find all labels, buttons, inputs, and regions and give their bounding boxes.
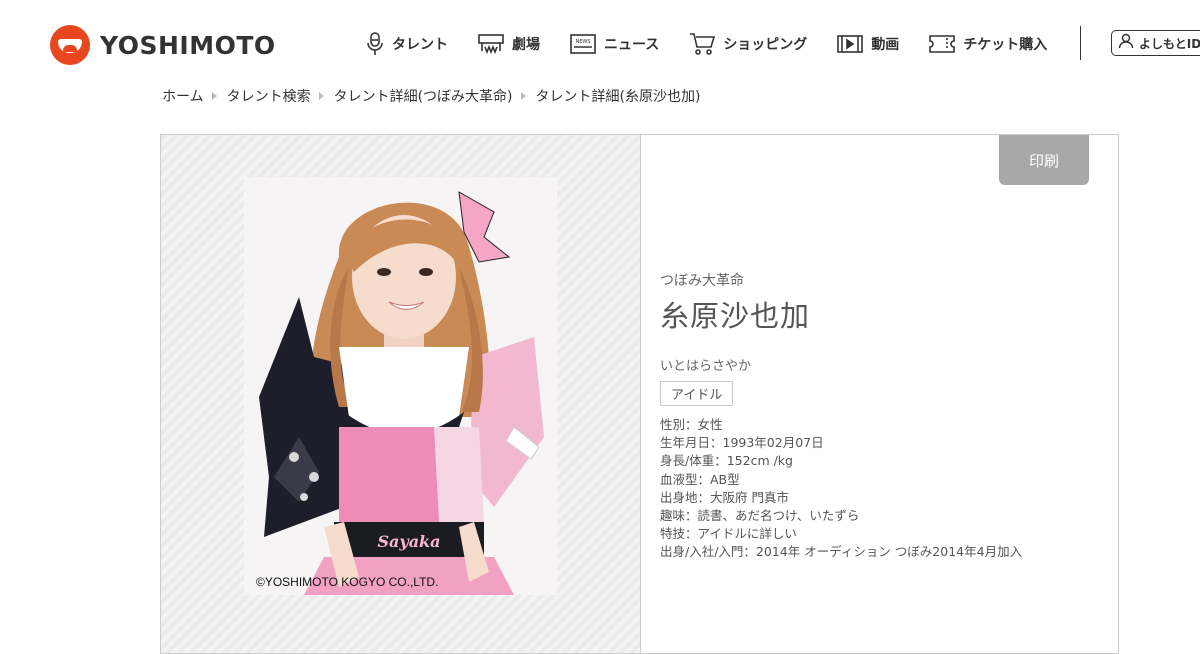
breadcrumb-group-detail[interactable]: タレント詳細(つぼみ大革命) <box>334 86 513 106</box>
theater-icon <box>478 33 504 55</box>
nav-label: 劇場 <box>512 37 540 53</box>
video-icon <box>837 34 864 54</box>
nav-item-theater[interactable]: 劇場 <box>478 33 540 55</box>
main-nav: タレント 劇場 NEWS ニュース ショッピング 動画 チケット購入 <box>366 30 1077 58</box>
nav-label: ショッピング <box>723 37 808 53</box>
yoshimoto-id-button[interactable]: よしもとID <box>1111 30 1200 56</box>
breadcrumb-separator-icon <box>520 92 526 100</box>
nav-item-tickets[interactable]: チケット購入 <box>929 34 1047 54</box>
nav-item-shopping[interactable]: ショッピング <box>689 32 807 56</box>
detail-skills: 特技：アイドルに詳しい <box>660 526 797 542</box>
talent-name: 糸原沙也加 <box>660 299 811 333</box>
ticket-icon <box>929 34 956 54</box>
breadcrumb-current: タレント詳細(糸原沙也加) <box>535 89 701 105</box>
detail-birthdate: 生年月日：1993年02月07日 <box>660 435 824 451</box>
svg-text:Sayaka: Sayaka <box>377 532 440 551</box>
microphone-icon <box>366 32 384 56</box>
detail-hometown: 出身地：大阪府 門真市 <box>660 489 789 505</box>
breadcrumb-separator-icon <box>318 92 324 100</box>
genre-tag: アイドル <box>660 381 734 406</box>
yoshimoto-logo[interactable]: YOSHIMOTO <box>50 25 276 65</box>
nav-item-talent[interactable]: タレント <box>366 32 448 56</box>
user-icon <box>1118 33 1134 53</box>
talent-photo: Sayaka ©YOSHIMOTO KOGYO CO.,LTD. <box>244 177 557 595</box>
talent-group-link[interactable]: つぼみ大革命 <box>660 270 744 290</box>
nav-label: タレント <box>392 37 448 53</box>
nav-divider <box>1080 26 1081 60</box>
detail-blood-type: 血液型：AB型 <box>660 471 740 487</box>
breadcrumb-separator-icon <box>211 92 217 100</box>
yoshimoto-id-label: よしもとID <box>1139 36 1200 51</box>
talent-profile-card: Sayaka ©YOSHIMOTO KOGYO CO.,LTD. 印刷 つぼみ大… <box>160 134 1119 654</box>
nav-label: チケット購入 <box>963 37 1048 53</box>
nav-label: ニュース <box>604 37 660 53</box>
photo-pane: Sayaka ©YOSHIMOTO KOGYO CO.,LTD. <box>161 135 641 653</box>
talent-info: 印刷 つぼみ大革命 糸原沙也加 いとはらさやか アイドル 性別：女性 生年月日：… <box>660 135 1100 653</box>
detail-height-weight: 身長/体重：152cm /kg <box>660 453 793 469</box>
detail-origin: 出身/入社/入門：2014年 オーディション つぼみ2014年4月加入 <box>660 544 1023 560</box>
brand-name: YOSHIMOTO <box>100 30 276 60</box>
svg-text:NEWS: NEWS <box>575 39 590 45</box>
breadcrumb-talent-search[interactable]: タレント検索 <box>227 86 311 106</box>
smile-logo-icon <box>50 25 90 65</box>
talent-name-reading: いとはらさやか <box>660 359 752 374</box>
breadcrumb: ホーム タレント検索 タレント詳細(つぼみ大革命) タレント詳細(糸原沙也加) <box>162 86 700 106</box>
detail-gender: 性別：女性 <box>660 417 723 432</box>
site-header: YOSHIMOTO タレント 劇場 NEWS ニュース ショッピング 動画 チケ… <box>0 0 1200 88</box>
breadcrumb-home[interactable]: ホーム <box>162 86 204 106</box>
nav-label: 動画 <box>871 37 900 53</box>
news-icon: NEWS <box>570 34 596 54</box>
detail-hobbies: 趣味：読書、あだ名つけ、いたずら <box>660 508 860 524</box>
print-button[interactable]: 印刷 <box>999 135 1089 185</box>
cart-icon <box>689 32 716 56</box>
nav-item-news[interactable]: NEWS ニュース <box>570 34 659 54</box>
photo-copyright: ©YOSHIMOTO KOGYO CO.,LTD. <box>256 575 439 589</box>
talent-details: 性別：女性 生年月日：1993年02月07日 身長/体重：152cm /kg 血… <box>660 416 1022 562</box>
nav-item-video[interactable]: 動画 <box>837 34 899 54</box>
